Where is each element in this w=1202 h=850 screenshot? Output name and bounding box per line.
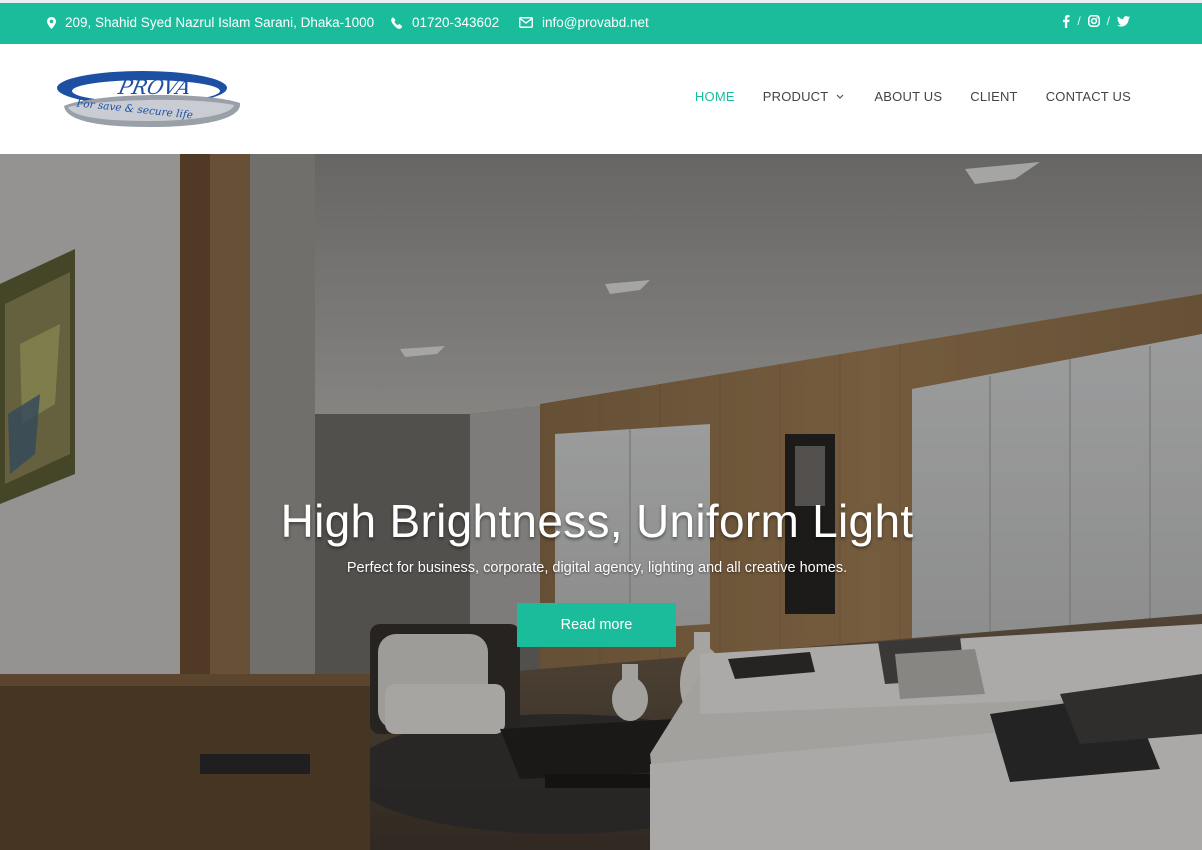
phone-text: 01720-343602 [412,15,500,30]
social-links: / / [1062,14,1130,28]
nav-item-label: PRODUCT [762,89,829,104]
envelope-icon [519,17,533,28]
top-info-bar: 209, Shahid Syed Nazrul Islam Sarani, Dh… [0,0,1202,44]
nav-item-label: CONTACT US [1045,89,1131,104]
phone-info[interactable]: 01720-343602 [391,15,499,30]
hero-subtitle: Perfect for business, corporate, digital… [346,560,848,576]
prova-logo[interactable]: PROVA For save & secure life [54,63,244,131]
map-marker-icon [47,16,56,29]
nav-item-home[interactable]: HOME [695,89,735,104]
facebook-icon[interactable] [1062,14,1070,28]
nav-item-label: HOME [694,89,735,104]
read-more-button[interactable]: Read more [517,603,676,647]
site-header: PROVA For save & secure life HOME PRODUC… [0,44,1202,154]
nav-item-label: ABOUT US [874,89,943,104]
social-separator: / [1106,14,1110,28]
phone-icon [391,16,403,29]
nav-item-label: CLIENT [970,89,1018,104]
nav-item-about-us[interactable]: ABOUT US [874,89,942,104]
nav-item-contact-us[interactable]: CONTACT US [1046,89,1131,104]
hero-title: High Brightness, Uniform Light [280,495,914,547]
logo-brand-text: PROVA [115,75,193,99]
twitter-icon[interactable] [1117,15,1130,27]
social-separator: / [1077,14,1081,28]
address-text: 209, Shahid Syed Nazrul Islam Sarani, Dh… [65,15,375,30]
chevron-down-icon [836,94,844,99]
main-nav: HOME PRODUCT ABOUT US CLIENT CONTACT US [695,89,1131,104]
instagram-icon[interactable] [1087,15,1100,27]
address-info: 209, Shahid Syed Nazrul Islam Sarani, Dh… [47,15,374,30]
email-info[interactable]: info@provabd.net [519,15,649,30]
hero-slider: High Brightness, Uniform Light Perfect f… [0,154,1202,850]
nav-item-product[interactable]: PRODUCT [763,89,847,104]
email-text: info@provabd.net [542,15,649,30]
nav-item-client[interactable]: CLIENT [970,89,1017,104]
